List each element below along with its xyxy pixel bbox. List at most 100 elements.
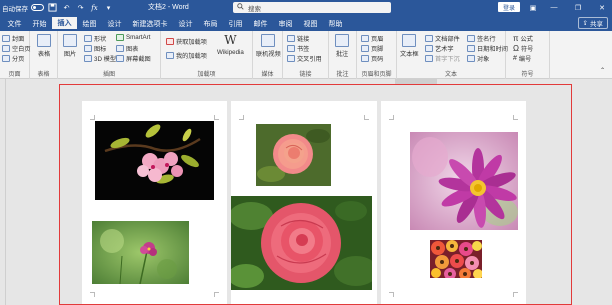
search-box[interactable]: 搜索 <box>233 2 391 13</box>
minimize-icon[interactable]: — <box>545 0 563 15</box>
symbol-button[interactable]: Ω 符号 <box>513 44 533 53</box>
tab-home[interactable]: 开始 <box>27 17 52 31</box>
group-pages: 封面 空白页 分页 页面 <box>0 31 31 79</box>
tab-view[interactable]: 视图 <box>298 17 323 31</box>
comment-button[interactable]: 批注 <box>335 34 349 58</box>
cherry-blossom-photo[interactable] <box>95 121 214 200</box>
textbox-icon <box>402 34 417 47</box>
blank-page-button[interactable]: 空白页 <box>2 44 31 53</box>
header-icon <box>361 35 369 42</box>
tab-insert[interactable]: 插入 <box>52 17 77 31</box>
video-icon <box>261 34 276 47</box>
signin-button[interactable]: 登录 <box>498 2 520 12</box>
page-break-button[interactable]: 分页 <box>2 54 24 63</box>
margin-mark <box>389 115 394 120</box>
link-button[interactable]: 链接 <box>287 34 309 43</box>
tab-draw[interactable]: 绘图 <box>77 17 102 31</box>
gerbera-daisies-photo[interactable] <box>430 240 482 278</box>
screenshot-button[interactable]: 屏幕截图 <box>116 54 151 63</box>
smartart-button[interactable]: SmartArt <box>116 34 150 41</box>
smartart-icon <box>116 34 124 41</box>
dropdown-icon[interactable]: ▾ <box>103 2 114 13</box>
share-button[interactable]: ⇪ 共享 <box>577 17 608 29</box>
tab-mailings[interactable]: 邮件 <box>248 17 273 31</box>
textbox-button[interactable]: 文本框 <box>400 34 419 58</box>
picture-icon <box>63 34 77 47</box>
icons-button[interactable]: 图标 <box>84 44 106 53</box>
collapse-ribbon-icon[interactable]: ⌃ <box>600 67 605 74</box>
object-button[interactable]: 对象 <box>467 54 489 63</box>
margin-mark <box>513 115 518 120</box>
group-header-footer: 页眉 页脚 页码 页眉和页脚 <box>357 31 397 79</box>
save-icon[interactable] <box>47 2 58 13</box>
tab-review[interactable]: 审阅 <box>273 17 298 31</box>
tab-layout[interactable]: 布局 <box>198 17 223 31</box>
header-button[interactable]: 页眉 <box>361 34 383 43</box>
quick-parts-icon <box>425 35 433 42</box>
search-icon <box>237 3 244 12</box>
margin-mark <box>364 115 369 120</box>
group-tables: 表格 表格 <box>30 31 58 79</box>
get-addins-button[interactable]: 获取加载项 <box>166 37 207 46</box>
group-label-symbols: 符号 <box>521 72 534 78</box>
share-label: 共享 <box>590 21 603 28</box>
my-addins-button[interactable]: 我的加载项 <box>166 51 207 60</box>
cover-page-button[interactable]: 封面 <box>2 34 24 43</box>
bookmark-button[interactable]: 书签 <box>287 44 309 53</box>
equation-button[interactable]: π 公式 <box>513 34 533 43</box>
icons-icon <box>84 45 92 52</box>
signature-line-button[interactable]: 签名行 <box>467 34 496 43</box>
tab-new[interactable]: 新建选项卡 <box>127 17 173 31</box>
formula-icon[interactable]: fx <box>89 2 100 13</box>
pi-icon: π <box>513 34 519 43</box>
signature-icon <box>467 35 475 42</box>
red-rose-photo[interactable] <box>231 196 372 290</box>
object-icon <box>467 55 475 62</box>
ribbon-display-icon[interactable]: ▣ <box>524 0 542 15</box>
footer-button[interactable]: 页脚 <box>361 44 383 53</box>
horizontal-ruler-segment <box>395 79 437 84</box>
3d-models-button[interactable]: 3D 模型 <box>84 54 116 63</box>
page-number-icon <box>361 55 369 62</box>
date-time-button[interactable]: 日期和时间 <box>467 44 508 53</box>
tab-help[interactable]: 帮助 <box>323 17 348 31</box>
tab-file[interactable]: 文件 <box>2 17 27 31</box>
autosave-label: 自动保存 <box>2 5 28 13</box>
purple-flower-photo[interactable] <box>410 132 518 230</box>
share-icon: ⇪ <box>582 20 588 27</box>
footer-icon <box>361 45 369 52</box>
online-video-button[interactable]: 联机视频 <box>256 34 281 58</box>
tab-design-1[interactable]: 设计 <box>102 17 127 31</box>
3d-model-icon <box>84 55 92 62</box>
group-symbols: π 公式 Ω 符号 # 编号 符号 <box>506 31 550 79</box>
table-icon <box>37 34 51 47</box>
margin-mark <box>513 292 518 297</box>
close-icon[interactable]: ✕ <box>593 0 611 15</box>
cosmos-flower-photo[interactable] <box>92 221 189 284</box>
chart-button[interactable]: 图表 <box>116 44 138 53</box>
group-media: 联机视频 媒体 <box>253 31 283 79</box>
undo-icon[interactable]: ↶ <box>61 2 72 13</box>
redo-icon[interactable]: ↷ <box>75 2 86 13</box>
autosave-toggle[interactable] <box>31 4 44 11</box>
table-button[interactable]: 表格 <box>37 34 51 58</box>
number-button[interactable]: # 编号 <box>513 54 531 63</box>
tab-references[interactable]: 引用 <box>223 17 248 31</box>
restore-icon[interactable]: ❐ <box>569 0 587 15</box>
group-label-links: 链接 <box>299 72 312 78</box>
drop-cap-button[interactable]: 首字下沉 <box>425 54 460 63</box>
wordart-button[interactable]: 艺术字 <box>425 44 454 53</box>
page-number-button[interactable]: 页码 <box>361 54 383 63</box>
wikipedia-button[interactable]: W Wikipedia <box>217 34 244 57</box>
pink-rose-photo[interactable] <box>256 124 331 186</box>
cross-reference-button[interactable]: 交叉引用 <box>287 54 322 63</box>
quick-parts-button[interactable]: 文档部件 <box>425 34 460 43</box>
group-addins: 获取加载项 我的加载项 W Wikipedia 加载项 <box>161 31 253 79</box>
link-icon <box>287 35 295 42</box>
shapes-button[interactable]: 形状 <box>84 34 106 43</box>
group-label-media: 媒体 <box>261 72 274 78</box>
pictures-button[interactable]: 图片 <box>63 34 77 58</box>
tab-design-2[interactable]: 设计 <box>173 17 198 31</box>
margin-mark <box>389 292 394 297</box>
group-label-tables: 表格 <box>37 72 50 78</box>
